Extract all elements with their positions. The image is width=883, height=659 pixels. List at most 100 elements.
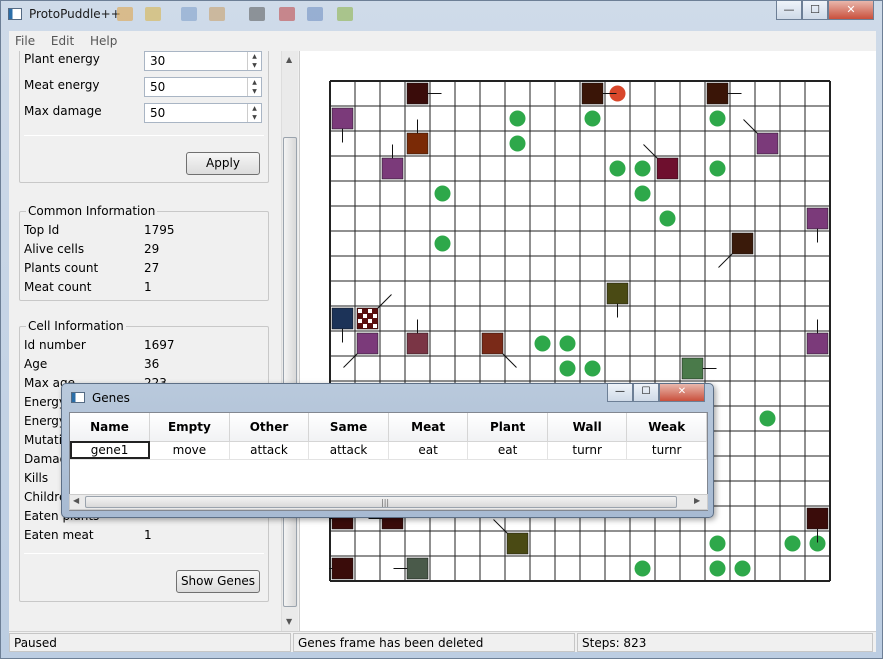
spin-arrows[interactable]: ▲ ▼ <box>247 78 261 96</box>
status-message: Genes frame has been deleted <box>293 633 575 652</box>
col-other[interactable]: Other <box>229 413 310 442</box>
top-id-value: 1795 <box>144 223 175 237</box>
organism-cell <box>681 357 704 380</box>
minimize-button[interactable]: — <box>776 1 802 20</box>
organism-cell <box>706 82 729 105</box>
plant <box>534 335 551 352</box>
scroll-left-icon[interactable]: ◀ <box>73 496 79 505</box>
spin-arrows[interactable]: ▲ ▼ <box>247 104 261 122</box>
gene-same-cell[interactable]: attack <box>308 441 389 460</box>
meat-energy-value: 50 <box>150 80 166 94</box>
world-canvas[interactable] <box>299 51 876 631</box>
energy-label: Energy <box>24 395 67 409</box>
plant <box>434 235 451 252</box>
main-window: ProtoPuddle++ — ☐ ✕ File Edit Help Plant… <box>0 0 883 659</box>
dialog-maximize-button[interactable]: ☐ <box>633 384 659 402</box>
organism-cell <box>406 332 429 355</box>
organism-cell <box>756 132 779 155</box>
play-icon[interactable] <box>337 7 353 21</box>
organism-cell <box>606 282 629 305</box>
settings-icon[interactable] <box>307 7 323 21</box>
menu-edit[interactable]: Edit <box>45 31 80 48</box>
app-icon <box>8 8 22 20</box>
plant <box>634 185 651 202</box>
panel-scrollbar[interactable]: ▲ ▼ <box>281 51 298 631</box>
scroll-right-icon[interactable]: ▶ <box>694 496 700 505</box>
menu-file[interactable]: File <box>9 31 41 48</box>
title-bar[interactable]: ProtoPuddle++ — ☐ ✕ <box>1 1 882 29</box>
open-folder-icon[interactable] <box>145 7 161 21</box>
scroll-down-icon[interactable]: ▼ <box>286 617 292 626</box>
cell-info-title: Cell Information <box>26 319 126 333</box>
id-number-value: 1697 <box>144 338 175 352</box>
organism-cell <box>581 82 604 105</box>
hscroll-thumb[interactable]: ||| <box>85 496 677 508</box>
gene-empty-cell[interactable]: move <box>149 441 230 460</box>
spin-up-icon[interactable]: ▲ <box>248 52 261 61</box>
max-damage-spinbox[interactable]: 50 ▲ ▼ <box>144 103 262 123</box>
settings-panel: Plant energy 30 ▲ ▼ Meat energy 50 ▲ ▼ Max… <box>9 51 279 631</box>
plant <box>634 160 651 177</box>
organism-cell <box>331 557 354 580</box>
dialog-close-button[interactable]: ✕ <box>659 384 705 402</box>
cut-icon[interactable] <box>279 7 295 21</box>
cell-info-separator <box>24 553 264 554</box>
col-empty[interactable]: Empty <box>149 413 230 442</box>
gene-name-cell[interactable]: gene1 <box>70 441 151 460</box>
gene-wall-cell[interactable]: turnr <box>547 441 628 460</box>
dialog-icon <box>71 392 85 403</box>
common-info-group: Common Information Top Id 1795 Alive cel… <box>19 204 269 301</box>
organism-cell <box>506 532 529 555</box>
plant <box>759 410 776 427</box>
close-button[interactable]: ✕ <box>828 1 874 20</box>
kills-label: Kills <box>24 471 49 485</box>
cell-pattern <box>373 314 377 318</box>
copy-icon[interactable] <box>181 7 197 21</box>
organism-cell <box>381 157 404 180</box>
organism-cell <box>331 107 354 130</box>
scroll-up-icon[interactable]: ▲ <box>286 55 292 64</box>
spin-arrows[interactable]: ▲ ▼ <box>247 52 261 70</box>
meat-energy-label: Meat energy <box>24 78 100 92</box>
plant-energy-spinbox[interactable]: 30 ▲ ▼ <box>144 51 262 71</box>
grip-icon: ||| <box>381 498 390 507</box>
meat-energy-spinbox[interactable]: 50 ▲ ▼ <box>144 77 262 97</box>
gene-plant-cell[interactable]: eat <box>467 441 548 460</box>
maximize-button[interactable]: ☐ <box>802 1 828 20</box>
table-row[interactable]: gene1 move attack attack eat eat turnr t… <box>70 441 707 460</box>
gene-meat-cell[interactable]: eat <box>388 441 469 460</box>
col-name[interactable]: Name <box>70 413 151 442</box>
cell-pattern <box>358 309 362 313</box>
col-wall[interactable]: Wall <box>547 413 628 442</box>
dialog-minimize-button[interactable]: — <box>607 384 633 402</box>
energy-label-2: Energy <box>24 414 67 428</box>
col-same[interactable]: Same <box>308 413 389 442</box>
genes-dialog: Genes — ☐ ✕ Name Empty Other Same Meat P… <box>61 383 714 518</box>
new-file-icon[interactable] <box>117 7 133 21</box>
table-hscrollbar[interactable]: ◀ ||| ▶ <box>69 494 708 510</box>
show-genes-button[interactable]: Show Genes <box>176 570 260 593</box>
spin-up-icon[interactable]: ▲ <box>248 104 261 113</box>
scroll-thumb[interactable] <box>283 137 297 607</box>
paste-icon[interactable] <box>209 7 225 21</box>
menu-help[interactable]: Help <box>84 31 123 48</box>
gene-other-cell[interactable]: attack <box>229 441 310 460</box>
organism-cell <box>806 207 829 230</box>
organism-cell <box>331 307 354 330</box>
plant <box>709 160 726 177</box>
spin-down-icon[interactable]: ▼ <box>248 61 261 70</box>
col-meat[interactable]: Meat <box>388 413 469 442</box>
gene-weak-cell[interactable]: turnr <box>626 441 707 460</box>
print-icon[interactable] <box>249 7 265 21</box>
plant-energy-value: 30 <box>150 54 166 68</box>
apply-button[interactable]: Apply <box>186 152 260 175</box>
spin-down-icon[interactable]: ▼ <box>248 113 261 122</box>
plant-energy-label: Plant energy <box>24 52 100 66</box>
spin-up-icon[interactable]: ▲ <box>248 78 261 87</box>
spin-down-icon[interactable]: ▼ <box>248 87 261 96</box>
col-plant[interactable]: Plant <box>467 413 548 442</box>
col-weak[interactable]: Weak <box>626 413 707 442</box>
organism-cell <box>406 557 429 580</box>
organism-cell <box>731 232 754 255</box>
plant <box>559 360 576 377</box>
